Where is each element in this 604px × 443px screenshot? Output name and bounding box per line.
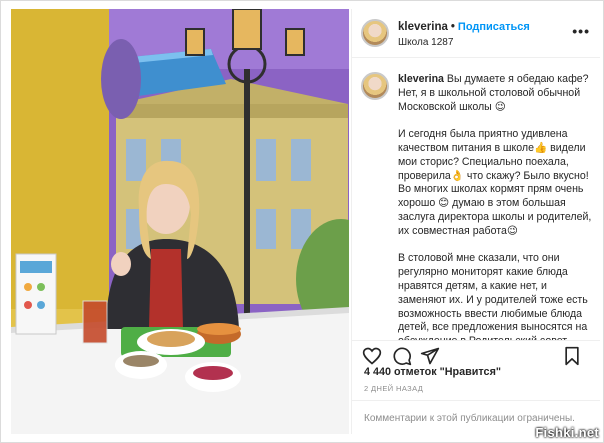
post-caption: kleverina Вы думаете я обедаю кафе? Нет,…: [352, 59, 600, 340]
post-photo[interactable]: [11, 9, 349, 434]
post-header: kleverina • Подписаться Школа 1287 •••: [352, 9, 600, 58]
caption-text: kleverina Вы думаете я обедаю кафе? Нет,…: [398, 73, 594, 340]
likes-count[interactable]: 4 440 отметок "Нравится": [364, 366, 501, 378]
caption-avatar[interactable]: [361, 72, 389, 100]
instagram-post: kleverina • Подписаться Школа 1287 ••• kle…: [0, 0, 604, 443]
more-options-icon[interactable]: •••: [572, 23, 590, 39]
avatar[interactable]: [361, 19, 389, 47]
caption-username[interactable]: kleverina: [398, 73, 444, 85]
bookmark-icon[interactable]: [562, 346, 582, 366]
username-link[interactable]: kleverina: [398, 21, 448, 33]
post-date[interactable]: 2 ДНЕЙ НАЗАД: [364, 384, 423, 393]
separator-dot: •: [450, 21, 455, 33]
share-icon[interactable]: [420, 346, 440, 366]
post-author: kleverina • Подписаться: [398, 21, 530, 33]
location-link[interactable]: Школа 1287: [398, 37, 453, 48]
post-side-panel: kleverina • Подписаться Школа 1287 ••• kle…: [351, 9, 600, 434]
caption-paragraph-2: И сегодня была приятно удивлена качество…: [398, 128, 592, 237]
watermark: Fishki.net: [535, 425, 599, 440]
heart-icon[interactable]: [362, 346, 382, 366]
caption-paragraph-3: В столовой мне сказали, что они регулярн…: [398, 252, 588, 340]
comments-note: Комментарии к этой публикации ограничены…: [364, 413, 575, 424]
follow-button[interactable]: Подписаться: [458, 21, 530, 33]
comment-icon[interactable]: [392, 346, 412, 366]
post-photo-image: [11, 9, 349, 434]
